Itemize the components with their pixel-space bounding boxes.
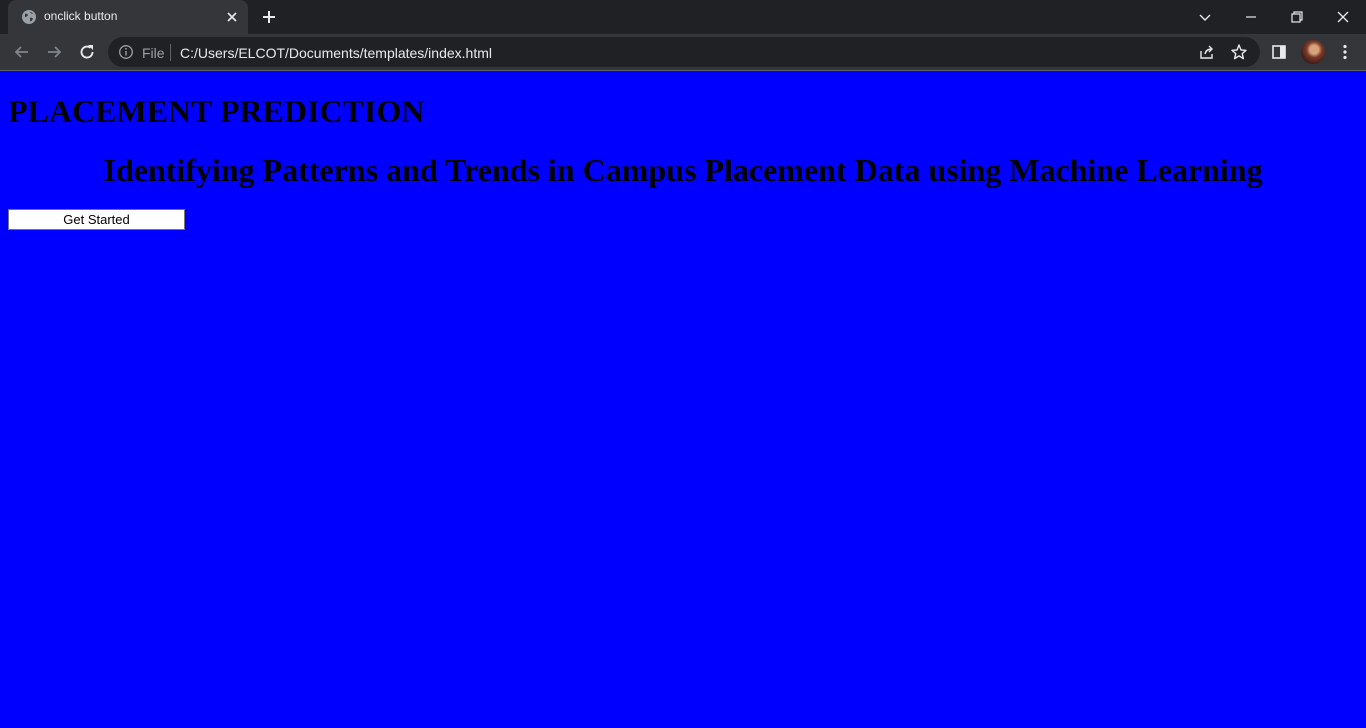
minimize-icon[interactable] [1241,7,1261,27]
address-separator [170,44,171,61]
restore-icon[interactable] [1287,7,1307,27]
more-menu-icon[interactable] [1336,43,1354,61]
tab-title: onclick button [44,9,118,23]
page-content: PLACEMENT PREDICTION Identifying Pattern… [0,71,1366,728]
back-icon[interactable] [12,42,32,62]
bookmark-star-icon[interactable] [1230,43,1248,61]
get-started-button[interactable] [8,209,185,230]
page-title: PLACEMENT PREDICTION [8,93,425,129]
forward-icon[interactable] [44,42,64,62]
share-icon[interactable] [1198,43,1216,61]
reload-icon[interactable] [77,42,97,62]
page-subtitle: Identifying Patterns and Trends in Campu… [103,152,1263,188]
new-tab-icon[interactable] [260,8,278,26]
browser-toolbar: File C:/Users/ELCOT/Documents/templates/… [0,34,1366,70]
address-bar[interactable]: File C:/Users/ELCOT/Documents/templates/… [108,37,1260,67]
side-panel-icon[interactable] [1270,43,1288,61]
tab-search-icon[interactable] [1195,7,1215,27]
scheme-label: File [142,45,165,61]
tab-strip: onclick button [0,0,1366,34]
close-tab-icon[interactable] [224,9,240,25]
active-tab[interactable]: onclick button [8,0,248,34]
url-text[interactable]: C:/Users/ELCOT/Documents/templates/index… [180,45,492,61]
globe-icon [21,9,37,25]
close-window-icon[interactable] [1333,7,1353,27]
info-icon[interactable] [118,44,134,60]
profile-avatar[interactable] [1301,40,1325,64]
